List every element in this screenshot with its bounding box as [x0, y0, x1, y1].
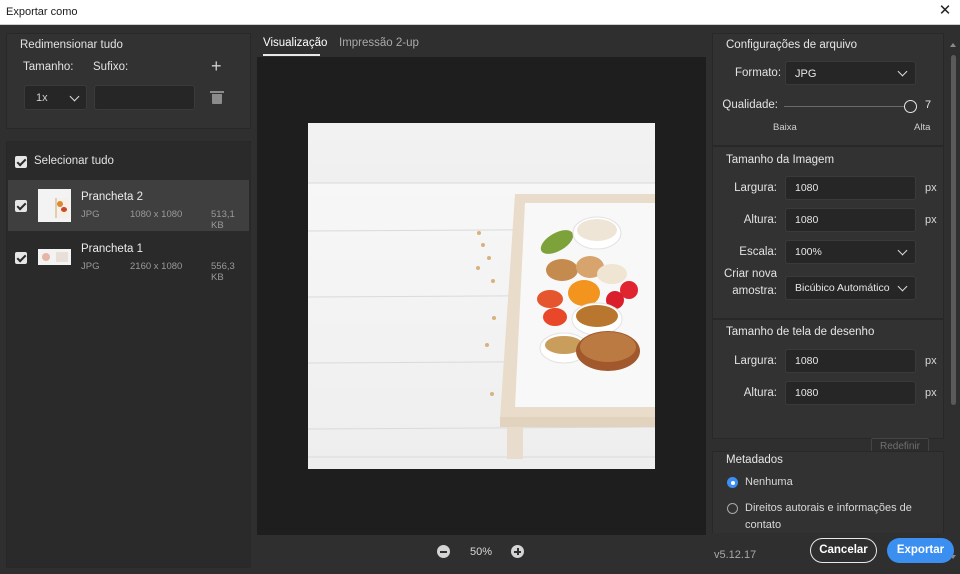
- scrollbar-thumb[interactable]: [951, 55, 956, 405]
- image-size-title: Tamanho da Imagem: [726, 154, 835, 166]
- resize-all-title: Redimensionar tudo: [20, 39, 123, 51]
- list-item[interactable]: Prancheta 2 JPG 1080 x 1080 513,1 KB: [8, 180, 249, 231]
- file-settings-title: Configurações de arquivo: [726, 39, 858, 51]
- unit-label: px: [925, 355, 937, 367]
- canvas-width-value: 1080: [795, 355, 819, 367]
- metadata-copyright-label: contato: [745, 519, 782, 531]
- scale-select-value: 100%: [795, 246, 822, 258]
- zoom-value: 50%: [470, 546, 493, 558]
- scale-label: Escala:: [739, 246, 777, 258]
- version-label: v5.12.17: [714, 549, 757, 561]
- cancel-button[interactable]: Cancelar: [810, 538, 877, 563]
- tab-2up-print[interactable]: Impressão 2-up: [339, 37, 419, 49]
- metadata-section: Metadados Nenhuma Direitos autorais e in…: [712, 451, 944, 533]
- settings-scrollbar[interactable]: [949, 41, 958, 561]
- quality-slider-handle[interactable]: [904, 100, 917, 113]
- artboard-thumbnail: [38, 249, 71, 265]
- item-format: JPG: [81, 261, 100, 272]
- list-item[interactable]: Prancheta 1 JPG 2160 x 1080 556,3 KB: [8, 232, 249, 283]
- image-width-label: Largura:: [734, 182, 777, 194]
- artboard-thumbnail: [38, 189, 71, 222]
- preview-area: [257, 57, 706, 535]
- item-dimensions: 2160 x 1080: [130, 261, 183, 272]
- suffix-input[interactable]: [94, 85, 195, 110]
- image-width-value: 1080: [795, 182, 819, 194]
- tab-preview[interactable]: Visualização: [263, 37, 327, 49]
- quality-slider-track[interactable]: [784, 106, 904, 107]
- select-all-label: Selecionar tudo: [34, 155, 114, 167]
- item-name: Prancheta 1: [81, 243, 144, 255]
- chevron-down-icon: [69, 91, 80, 102]
- quality-label: Qualidade:: [722, 99, 778, 111]
- item-filesize: 513,1 KB: [211, 209, 235, 231]
- active-tab-indicator: [263, 54, 320, 56]
- zoom-in-icon[interactable]: [511, 545, 524, 558]
- quality-low-label: Baixa: [773, 122, 797, 133]
- quality-high-label: Alta: [914, 122, 931, 133]
- file-settings-section: Configurações de arquivo Formato: JPG Qu…: [712, 33, 944, 146]
- suffix-label: Sufixo:: [93, 61, 129, 73]
- canvas-height-label: Altura:: [743, 387, 777, 399]
- select-all-checkbox[interactable]: [15, 156, 27, 168]
- canvas-width-label: Largura:: [734, 355, 777, 367]
- close-icon[interactable]: ✕: [937, 3, 953, 19]
- image-height-value: 1080: [795, 214, 819, 226]
- metadata-none-radio[interactable]: [727, 477, 738, 488]
- resample-select[interactable]: Bicúbico Automático: [785, 276, 916, 300]
- resample-label: amostra:: [732, 285, 777, 297]
- size-label: Tamanho:: [23, 61, 74, 73]
- item-checkbox[interactable]: [15, 252, 27, 264]
- chevron-down-icon: [897, 66, 908, 77]
- format-label: Formato:: [735, 67, 782, 79]
- resample-select-value: Bicúbico Automático: [795, 282, 890, 294]
- scale-select[interactable]: 100%: [785, 240, 916, 264]
- zoom-controls: 50%: [257, 535, 706, 568]
- export-button[interactable]: Exportar: [887, 538, 954, 563]
- canvas-width-input[interactable]: 1080: [785, 349, 916, 373]
- preview-tabs: Visualização Impressão 2-up: [256, 25, 706, 57]
- resample-label: Criar nova: [723, 268, 777, 280]
- dialog-body: Redimensionar tudo Tamanho: Sufixo: + 1x…: [0, 25, 960, 574]
- unit-label: px: [925, 214, 937, 226]
- image-size-section: Tamanho da Imagem Largura: 1080 px Altur…: [712, 146, 944, 319]
- item-name: Prancheta 2: [81, 191, 144, 203]
- artboard-list: Selecionar tudo Prancheta 2 JPG 1080 x 1…: [6, 141, 251, 568]
- size-select-value: 1x: [36, 92, 48, 104]
- canvas-height-input[interactable]: 1080: [785, 381, 916, 405]
- settings-panel: Configurações de arquivo Formato: JPG Qu…: [712, 33, 944, 533]
- chevron-down-icon: [897, 245, 908, 256]
- canvas-size-title: Tamanho de tela de desenho: [726, 326, 875, 338]
- size-select[interactable]: 1x: [24, 85, 87, 110]
- item-checkbox[interactable]: [15, 200, 27, 212]
- item-format: JPG: [81, 209, 100, 220]
- item-filesize: 556,3 KB: [211, 261, 235, 283]
- canvas-height-value: 1080: [795, 387, 819, 399]
- metadata-copyright-radio[interactable]: [727, 503, 738, 514]
- format-select[interactable]: JPG: [785, 61, 916, 85]
- image-height-label: Altura:: [743, 214, 777, 226]
- left-panel: Redimensionar tudo Tamanho: Sufixo: + 1x…: [6, 33, 251, 568]
- metadata-none-label: Nenhuma: [745, 476, 793, 488]
- image-height-input[interactable]: 1080: [785, 208, 916, 232]
- chevron-down-icon: [897, 281, 908, 292]
- add-size-icon[interactable]: +: [211, 57, 222, 75]
- title-bar: Exportar como ✕: [0, 0, 960, 25]
- format-select-value: JPG: [795, 68, 817, 80]
- trash-icon[interactable]: [210, 91, 224, 104]
- item-dimensions: 1080 x 1080: [130, 209, 183, 220]
- metadata-title: Metadados: [726, 454, 783, 466]
- window-title: Exportar como: [6, 6, 78, 18]
- zoom-out-icon[interactable]: [437, 545, 450, 558]
- quality-value: 7: [925, 99, 932, 111]
- resize-all-section: Redimensionar tudo Tamanho: Sufixo: + 1x: [6, 33, 251, 129]
- metadata-copyright-label: Direitos autorais e informações de: [745, 502, 912, 514]
- scroll-up-icon[interactable]: [950, 43, 956, 47]
- image-width-input[interactable]: 1080: [785, 176, 916, 200]
- preview-image: [307, 123, 656, 469]
- unit-label: px: [925, 387, 937, 399]
- canvas-size-section: Tamanho de tela de desenho Largura: 1080…: [712, 319, 944, 439]
- unit-label: px: [925, 182, 937, 194]
